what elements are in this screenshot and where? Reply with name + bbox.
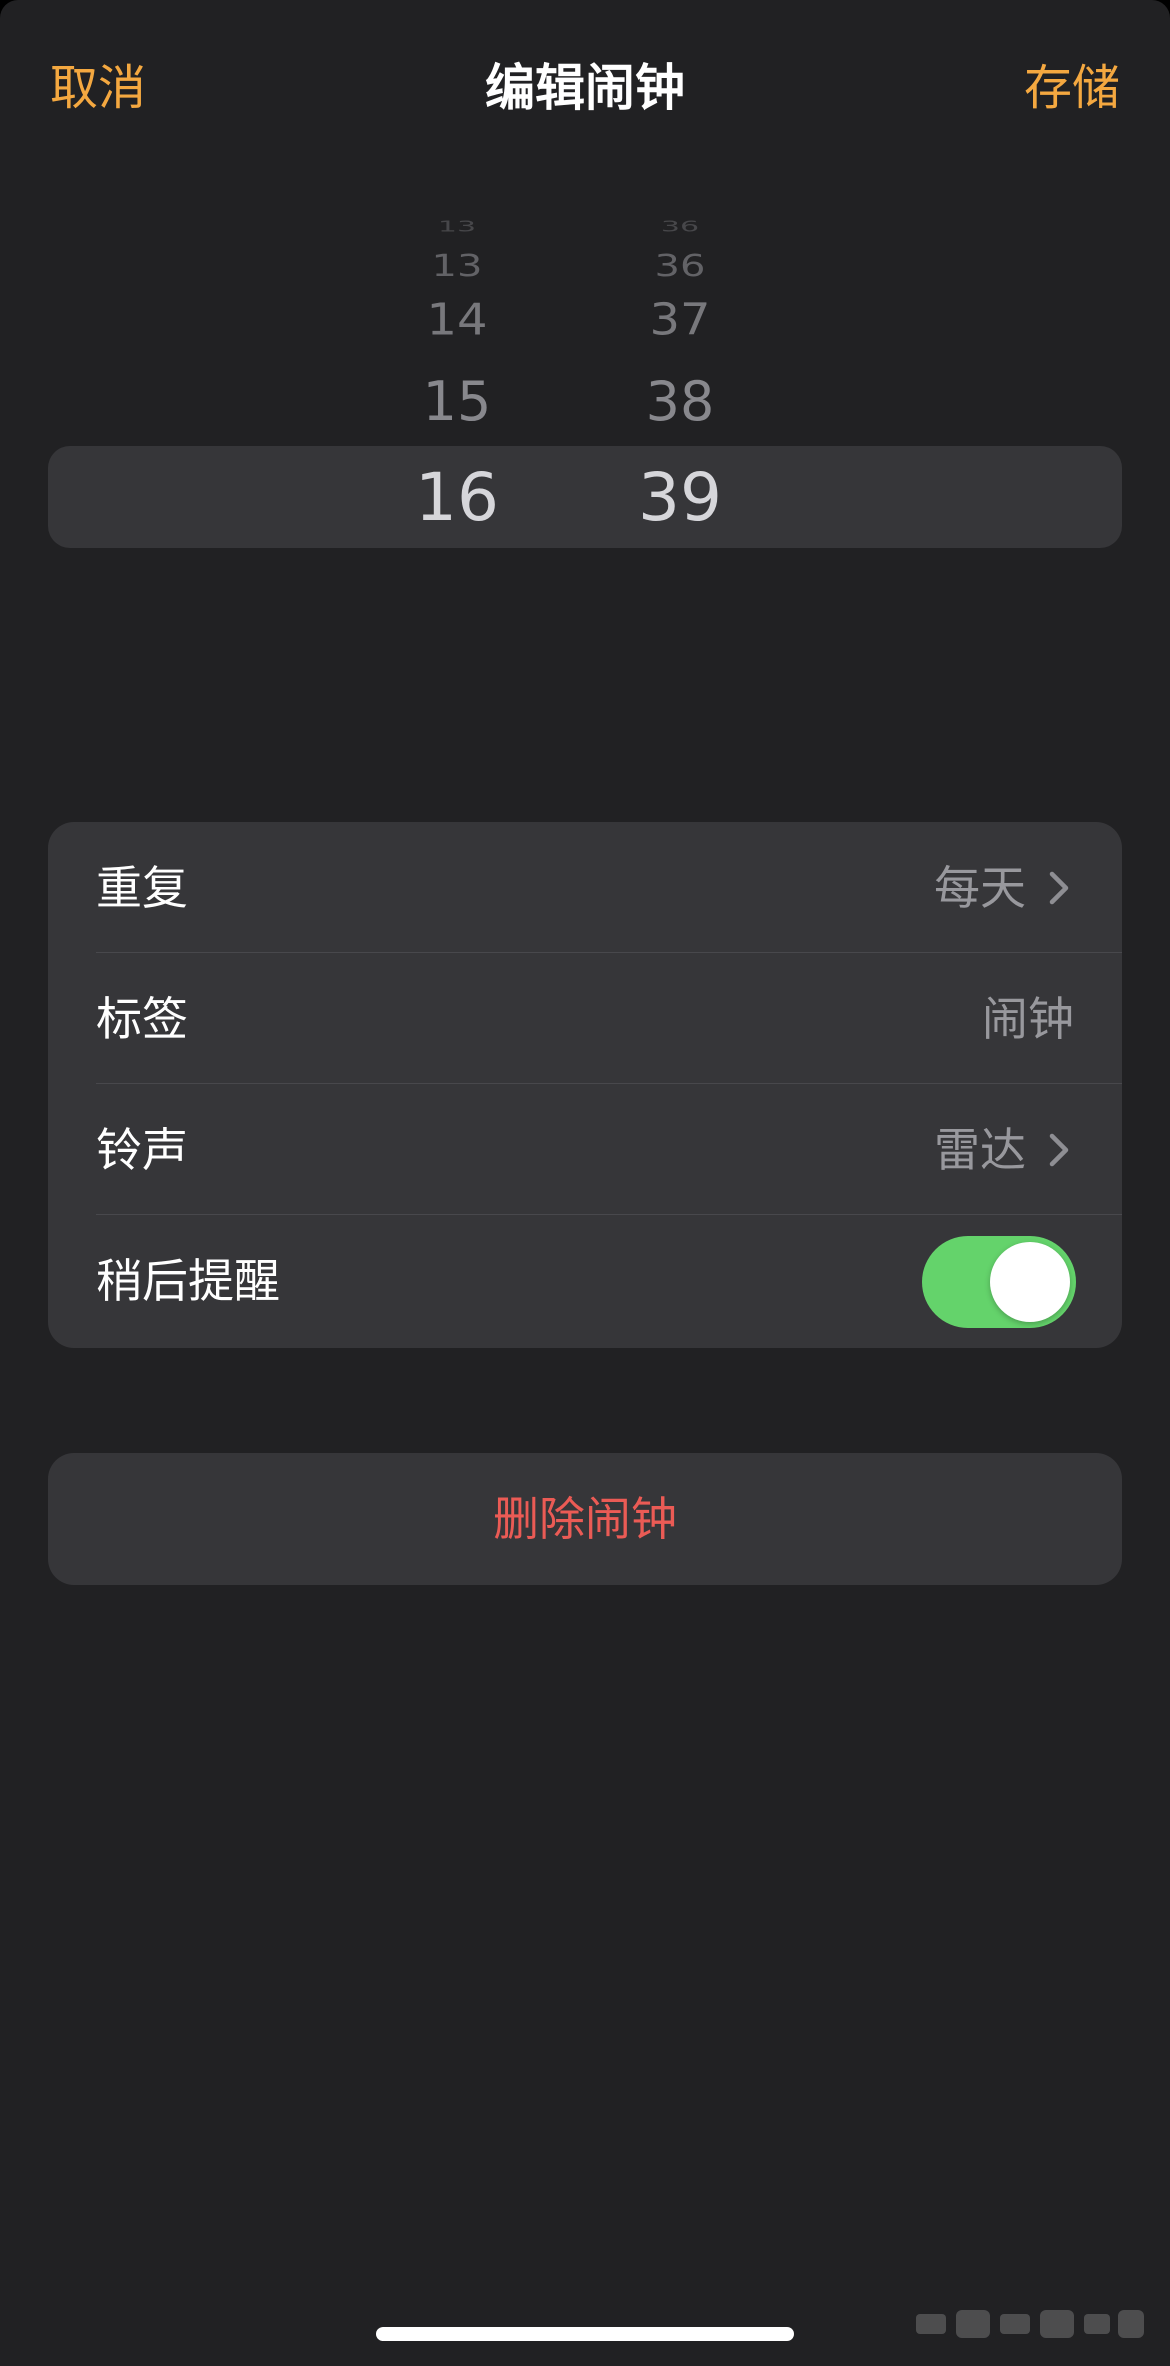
- time-picker[interactable]: 13 13 14 15 16 36 36 37 38 39: [0, 220, 1170, 600]
- minute-wheel[interactable]: 36 36 37 38 39: [580, 220, 780, 600]
- repeat-label: 重复: [96, 861, 188, 915]
- hour-wheel-item: 13: [431, 248, 483, 284]
- sound-value: 雷达: [934, 1123, 1026, 1177]
- label-label: 标签: [96, 992, 188, 1046]
- minute-wheel-item: 38: [645, 370, 715, 433]
- save-button[interactable]: 存储: [1024, 58, 1120, 118]
- label-row[interactable]: 标签 闹钟: [48, 953, 1122, 1084]
- toggle-knob: [990, 1242, 1070, 1322]
- repeat-value: 每天: [934, 861, 1026, 915]
- delete-alarm-label: 删除闹钟: [493, 1492, 677, 1546]
- sound-row[interactable]: 铃声 雷达: [48, 1084, 1122, 1215]
- chevron-right-icon: [1049, 871, 1069, 905]
- hour-wheel[interactable]: 13 13 14 15 16: [357, 220, 557, 600]
- hour-wheel-item: 13: [437, 220, 477, 236]
- minute-wheel-item: 36: [654, 248, 706, 284]
- chevron-right-icon: [1049, 1133, 1069, 1167]
- edit-alarm-sheet: 取消 编辑闹钟 存储 13 13 14 15 16 36 36 37 38 39…: [0, 0, 1170, 2366]
- sound-label: 铃声: [96, 1123, 188, 1177]
- home-indicator[interactable]: [376, 2327, 794, 2341]
- minute-wheel-item: 37: [649, 294, 711, 346]
- selected-minute: 39: [638, 459, 722, 536]
- selected-hour: 16: [415, 459, 499, 536]
- page-title: 编辑闹钟: [485, 59, 685, 117]
- delete-alarm-button[interactable]: 删除闹钟: [48, 1453, 1122, 1585]
- watermark-icon: [916, 2310, 1144, 2338]
- hour-wheel-item: 14: [426, 294, 488, 346]
- snooze-toggle[interactable]: [922, 1236, 1076, 1328]
- hour-wheel-item: 15: [422, 370, 492, 433]
- minute-wheel-item: 36: [660, 220, 700, 236]
- repeat-row[interactable]: 重复 每天: [48, 822, 1122, 953]
- snooze-label: 稍后提醒: [96, 1254, 280, 1308]
- alarm-settings-group: 重复 每天 标签 闹钟 铃声 雷达 稍后提醒: [48, 822, 1122, 1348]
- label-value: 闹钟: [982, 992, 1074, 1046]
